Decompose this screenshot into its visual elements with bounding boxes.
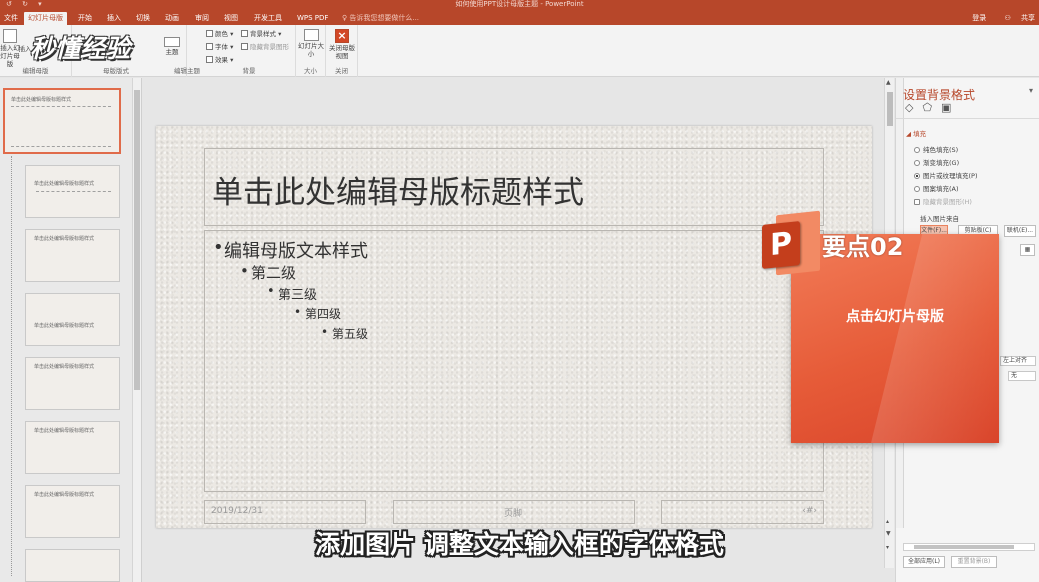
master-slide[interactable]: 单击此处编辑母版标题样式 编辑母版文本样式 第二级 第三级 第四级 第五级 20… bbox=[156, 126, 872, 528]
text-level-5: 第五级 bbox=[321, 325, 368, 342]
tab-animations[interactable]: 动画 bbox=[161, 12, 183, 25]
checkbox-icon bbox=[241, 43, 248, 50]
page-up-icon[interactable]: ▴ bbox=[886, 518, 889, 525]
slide-thumbnail-pane: 单击此处编辑母版标题样式 单击此处编辑母版标题样式 单击此处编辑母版标题样式 单… bbox=[0, 78, 142, 582]
video-caption: 添加图片 调整文本输入框的字体格式 bbox=[315, 530, 724, 559]
group-label-master-layout: 母版版式 bbox=[103, 67, 129, 75]
share-button[interactable]: ⚇ 共享 bbox=[996, 14, 1035, 22]
text-level-4: 第四级 bbox=[294, 305, 341, 322]
thumbnail-scrollbar[interactable] bbox=[132, 78, 141, 582]
close-icon: × bbox=[335, 29, 349, 43]
group-close: × 关闭母版视图 关闭 bbox=[326, 25, 358, 77]
watermark-text: 秒懂经验 bbox=[30, 34, 131, 63]
colors-dropdown[interactable]: 颜色 ▾ bbox=[206, 28, 233, 38]
picture-icon[interactable]: ▣ bbox=[941, 101, 960, 114]
thumbnail-layout-2[interactable]: 单击此处编辑母版标题样式 bbox=[25, 229, 120, 282]
texture-picker-button[interactable]: ▦ bbox=[1020, 244, 1035, 256]
group-label-size: 大小 bbox=[304, 67, 317, 75]
thumbnail-slide-master[interactable]: 单击此处编辑母版标题样式 bbox=[3, 88, 121, 154]
ribbon-tab-bar: 文件 幻灯片母版 开始 插入 切换 动画 审阅 视图 开发工具 WPS PDF … bbox=[0, 10, 1039, 25]
hide-background-graphics-option[interactable]: 隐藏背景图形(H) bbox=[914, 196, 972, 206]
slide-size-button[interactable]: 幻灯片大小 bbox=[298, 29, 324, 58]
tab-file[interactable]: 文件 bbox=[0, 12, 22, 25]
slide-master-icon bbox=[3, 29, 17, 43]
body-placeholder[interactable]: 编辑母版文本样式 第二级 第三级 第四级 第五级 bbox=[204, 230, 824, 492]
thumbnail-layout-4[interactable]: 单击此处编辑母版标题样式 bbox=[25, 357, 120, 410]
insert-picture-from-label: 插入图片来自 bbox=[920, 215, 959, 223]
solid-fill-radio[interactable]: 纯色填充(S) bbox=[914, 144, 958, 154]
texture-icon: ▦ bbox=[1024, 246, 1031, 253]
login-link[interactable]: 登录 bbox=[972, 14, 986, 22]
date-placeholder[interactable]: 2019/12/31 bbox=[204, 500, 366, 524]
alignment-dropdown[interactable]: 左上对齐 bbox=[1000, 356, 1036, 366]
text-level-2: 第二级 bbox=[240, 262, 296, 283]
thumbnail-tree-line bbox=[11, 156, 12, 576]
tutorial-callout-card: 点击幻灯片母版 bbox=[791, 234, 999, 443]
tab-slide-master[interactable]: 幻灯片母版 bbox=[24, 12, 67, 25]
fill-section-header[interactable]: ◢ 填充 bbox=[906, 128, 926, 138]
tell-me-search[interactable]: ♀ 告诉我您想要做什么... bbox=[342, 12, 419, 24]
mirror-type-dropdown[interactable]: 无 bbox=[1008, 371, 1036, 381]
footer-placeholder[interactable]: 页脚 bbox=[393, 500, 635, 524]
insert-online-button[interactable]: 联机(E)... bbox=[1004, 225, 1036, 237]
thumbnail-layout-5[interactable]: 单击此处编辑母版标题样式 bbox=[25, 421, 120, 474]
pane-options-icon[interactable]: ▾ bbox=[1029, 86, 1033, 95]
fill-bucket-icon[interactable]: ◇ bbox=[905, 101, 922, 114]
text-level-1: 编辑母版文本样式 bbox=[213, 237, 368, 263]
tab-transitions[interactable]: 切换 bbox=[132, 12, 154, 25]
thumbnail-layout-3[interactable]: 单击此处编辑母版标题样式 bbox=[25, 293, 120, 346]
close-master-view-button[interactable]: × 关闭母版视图 bbox=[327, 29, 357, 60]
gradient-fill-radio[interactable]: 渐变填充(G) bbox=[914, 157, 959, 167]
thumbnail-layout-1[interactable]: 单击此处编辑母版标题样式 bbox=[25, 165, 120, 218]
slide-number-placeholder[interactable]: ‹#› bbox=[661, 500, 824, 524]
tab-review[interactable]: 审阅 bbox=[191, 12, 213, 25]
canvas-scroll-thumb[interactable] bbox=[887, 92, 893, 126]
tab-view[interactable]: 视图 bbox=[220, 12, 242, 25]
slide-editing-canvas: 单击此处编辑母版标题样式 编辑母版文本样式 第二级 第三级 第四级 第五级 20… bbox=[143, 78, 894, 568]
effects-icon bbox=[206, 56, 213, 63]
group-background: 颜色 ▾ 背景样式 ▾ 字体 ▾ 隐藏背景图形 效果 ▾ 背景 bbox=[203, 25, 296, 77]
group-label-close: 关闭 bbox=[335, 67, 348, 75]
text-level-3: 第三级 bbox=[267, 284, 317, 303]
hide-background-graphics-checkbox[interactable]: 隐藏背景图形 bbox=[241, 41, 289, 51]
tab-home[interactable]: 开始 bbox=[74, 12, 96, 25]
pentagon-effects-icon[interactable]: ⬠ bbox=[922, 101, 941, 114]
title-placeholder[interactable]: 单击此处编辑母版标题样式 bbox=[204, 148, 824, 226]
title-bar: ↺ ↻ ▾ 如何使用PPT设计母版主题 - PowerPoint bbox=[0, 0, 1039, 10]
window-title: 如何使用PPT设计母版主题 - PowerPoint bbox=[455, 0, 584, 8]
callout-subtitle: 点击幻灯片母版 bbox=[846, 309, 944, 325]
fonts-dropdown[interactable]: 字体 ▾ bbox=[206, 41, 233, 51]
pattern-fill-radio[interactable]: 图案填充(A) bbox=[914, 183, 959, 193]
group-label-background: 背景 bbox=[242, 67, 256, 75]
tab-wps-pdf[interactable]: WPS PDF bbox=[293, 12, 332, 25]
scroll-up-icon[interactable]: ▲ bbox=[886, 79, 891, 86]
group-label-edit-master: 编辑母版 bbox=[22, 67, 49, 75]
background-styles-dropdown[interactable]: 背景样式 ▾ bbox=[241, 28, 281, 38]
background-styles-icon bbox=[241, 30, 248, 37]
thumbnail-scroll-thumb[interactable] bbox=[134, 90, 140, 390]
effects-dropdown[interactable]: 效果 ▾ bbox=[206, 54, 233, 64]
powerpoint-p-icon: P bbox=[762, 221, 800, 269]
fonts-icon bbox=[206, 43, 213, 50]
title-placeholder-text: 单击此处编辑母版标题样式 bbox=[212, 175, 584, 211]
picture-texture-fill-radio[interactable]: 图片或纹理填充(P) bbox=[914, 170, 978, 180]
powerpoint-logo: P bbox=[760, 210, 822, 277]
watermark-logo: 秒懂经验 bbox=[26, 29, 186, 63]
tab-insert[interactable]: 插入 bbox=[103, 12, 125, 25]
slide-size-icon bbox=[303, 29, 319, 41]
tab-developer[interactable]: 开发工具 bbox=[250, 12, 286, 25]
person-icon: ⚇ bbox=[1004, 14, 1013, 22]
callout-title: 要点02 bbox=[822, 233, 904, 261]
group-size: 幻灯片大小 大小 bbox=[296, 25, 326, 77]
colors-icon bbox=[206, 30, 213, 37]
